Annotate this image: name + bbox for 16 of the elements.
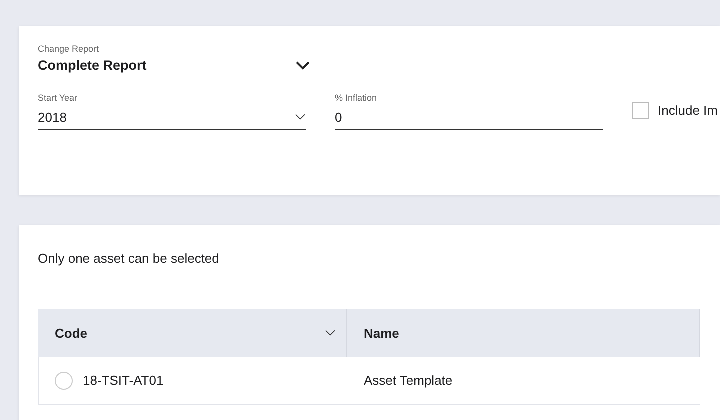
year-select[interactable]: 2018	[38, 107, 306, 130]
table-cell-text: Asset Template	[363, 372, 454, 390]
field-label: % Inflation	[335, 93, 378, 103]
column-header[interactable]: Code	[38, 309, 347, 357]
field-label: Start Year	[38, 93, 79, 103]
checkbox-label: Include Im	[658, 103, 718, 118]
chevron-down-icon	[295, 114, 306, 120]
table-cell: 18-TSIT-AT01	[83, 373, 164, 388]
report-select[interactable]: Complete Report	[38, 58, 310, 73]
column-header[interactable]: Name	[347, 309, 700, 357]
hint-text: Only one asset can be selected	[38, 251, 220, 266]
inflation-input[interactable]: 0	[335, 107, 603, 130]
field-label: Change Report	[38, 44, 100, 54]
radio-button[interactable]	[55, 372, 73, 390]
checkbox[interactable]	[632, 102, 649, 119]
chevron-down-icon	[296, 61, 310, 70]
